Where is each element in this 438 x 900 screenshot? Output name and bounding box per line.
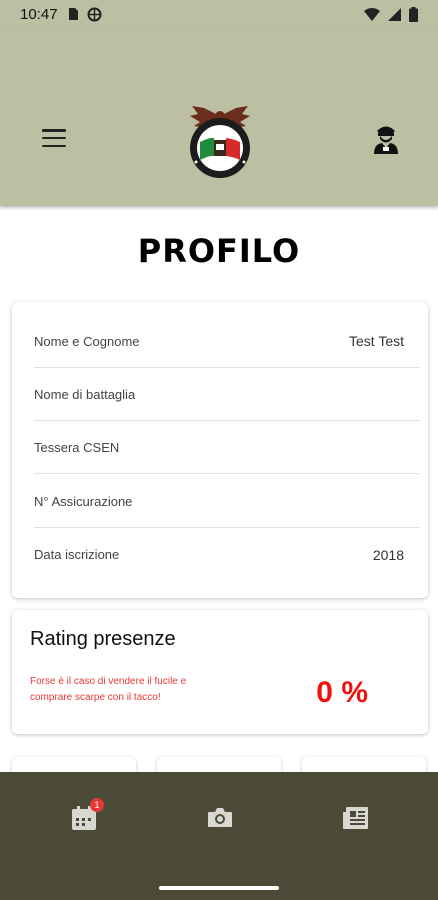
- battery-icon: [409, 6, 418, 22]
- rating-message: Forse è il caso di vendere il fucile e c…: [30, 676, 187, 703]
- eagle-flag-emblem-logo: [190, 106, 250, 178]
- profile-row-data-iscrizione: Data iscrizione 2018: [34, 528, 420, 581]
- row-label: Data iscrizione: [34, 547, 120, 562]
- wifi-icon: [364, 7, 380, 21]
- status-bar: 10:47: [0, 0, 438, 28]
- vpn-globe-icon: [87, 7, 102, 21]
- soldier-icon[interactable]: [372, 122, 400, 154]
- status-right-icons: [364, 6, 418, 22]
- rating-title: Rating presenze: [30, 628, 176, 650]
- notification-badge: 1: [90, 798, 104, 812]
- rating-card: Rating presenze Forse è il caso di vende…: [12, 610, 428, 734]
- row-label: Nome di battaglia: [34, 386, 136, 402]
- profile-row-nome-cognome: Nome e Cognome Test Test: [34, 315, 420, 368]
- profile-row-nome-battaglia: Nome di battaglia: [34, 368, 420, 421]
- row-label: Tessera CSEN: [34, 439, 120, 455]
- bottom-nav: 1: [0, 772, 438, 900]
- app-header: [0, 28, 438, 206]
- row-value: 2018: [372, 546, 404, 563]
- sim-card-icon: [68, 8, 78, 20]
- status-time: 10:47: [20, 5, 58, 23]
- hamburger-menu-icon[interactable]: [40, 126, 68, 150]
- camera-nav-button[interactable]: [200, 802, 240, 834]
- row-value: Test Test: [349, 333, 404, 349]
- newspaper-icon: [343, 807, 368, 829]
- page-title: PROFILO: [137, 232, 301, 270]
- camera-icon: [208, 808, 232, 827]
- profile-row-assicurazione: N° Assicurazione: [34, 475, 420, 528]
- news-nav-button[interactable]: [338, 802, 378, 834]
- status-left-icons: [68, 7, 102, 22]
- profile-card: Nome e Cognome Test Test Nome di battagl…: [12, 302, 428, 598]
- row-label: Nome e Cognome: [34, 333, 140, 349]
- row-label: N° Assicurazione: [34, 493, 133, 509]
- calendar-nav-button[interactable]: 1: [66, 798, 106, 834]
- rating-value: 0 %: [316, 676, 368, 709]
- profile-row-tessera-csen: Tessera CSEN: [34, 421, 420, 474]
- signal-icon: [388, 7, 401, 21]
- home-indicator[interactable]: [159, 886, 279, 890]
